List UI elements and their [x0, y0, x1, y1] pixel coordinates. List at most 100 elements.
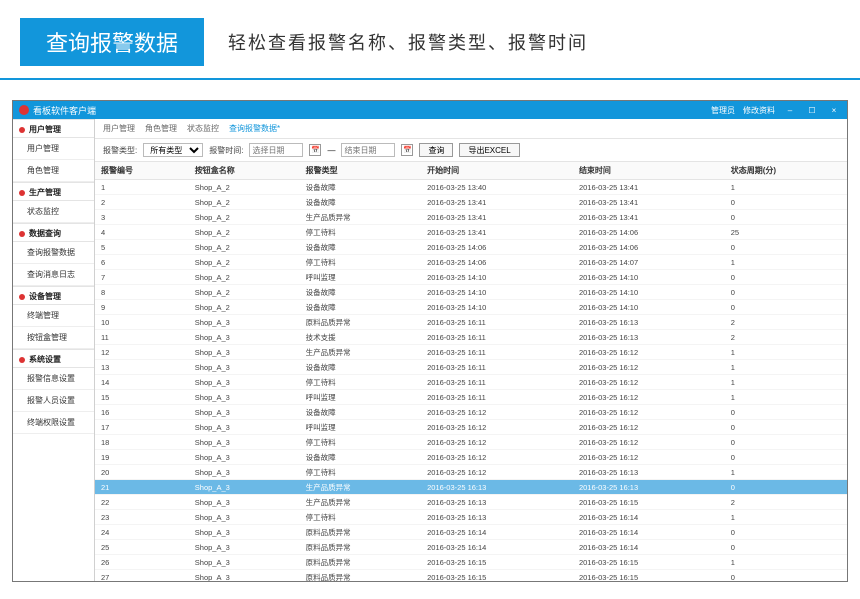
table-cell: 2016-03-25 16:15 — [573, 555, 725, 570]
filter-end-input[interactable] — [341, 143, 395, 157]
table-cell: 设备故障 — [300, 405, 422, 420]
column-header[interactable]: 报警编号 — [95, 162, 189, 180]
alarm-table[interactable]: 报警编号按钮盒名称报警类型开始时间结束时间状态周期(分) 1Shop_A_2设备… — [95, 162, 847, 581]
titlebar-link-admin[interactable]: 管理员 — [711, 105, 735, 116]
table-cell: 呼叫监理 — [300, 270, 422, 285]
table-cell: Shop_A_3 — [189, 345, 300, 360]
sidebar: 用户管理用户管理角色管理生产管理状态监控数据查询查询报警数据查询消息日志设备管理… — [13, 119, 95, 581]
side-group-header[interactable]: 生产管理 — [13, 182, 94, 201]
table-cell: 18 — [95, 435, 189, 450]
table-cell: 设备故障 — [300, 450, 422, 465]
sidebar-item[interactable]: 查询报警数据 — [13, 242, 94, 264]
table-row[interactable]: 24Shop_A_3原料品质异常2016-03-25 16:142016-03-… — [95, 525, 847, 540]
table-row[interactable]: 9Shop_A_2设备故障2016-03-25 14:102016-03-25 … — [95, 300, 847, 315]
table-row[interactable]: 8Shop_A_2设备故障2016-03-25 14:102016-03-25 … — [95, 285, 847, 300]
table-cell: 0 — [725, 570, 847, 582]
table-cell: 0 — [725, 210, 847, 225]
table-cell: 2016-03-25 14:06 — [573, 240, 725, 255]
table-cell: 26 — [95, 555, 189, 570]
sidebar-item[interactable]: 状态监控 — [13, 201, 94, 223]
table-row[interactable]: 21Shop_A_3生产品质异常2016-03-25 16:132016-03-… — [95, 480, 847, 495]
sidebar-item[interactable]: 报警人员设置 — [13, 390, 94, 412]
tab[interactable]: 查询报警数据* — [229, 123, 280, 134]
table-cell: Shop_A_3 — [189, 555, 300, 570]
filter-start-input[interactable] — [249, 143, 303, 157]
table-row[interactable]: 20Shop_A_3停工待料2016-03-25 16:122016-03-25… — [95, 465, 847, 480]
table-cell: 2 — [725, 330, 847, 345]
table-row[interactable]: 19Shop_A_3设备故障2016-03-25 16:122016-03-25… — [95, 450, 847, 465]
table-cell: 1 — [725, 345, 847, 360]
tab[interactable]: 角色管理 — [145, 123, 177, 134]
table-row[interactable]: 17Shop_A_3呼叫监理2016-03-25 16:122016-03-25… — [95, 420, 847, 435]
column-header[interactable]: 报警类型 — [300, 162, 422, 180]
table-row[interactable]: 10Shop_A_3原料品质异常2016-03-25 16:112016-03-… — [95, 315, 847, 330]
table-row[interactable]: 15Shop_A_3呼叫监理2016-03-25 16:112016-03-25… — [95, 390, 847, 405]
column-header[interactable]: 按钮盒名称 — [189, 162, 300, 180]
table-cell: 25 — [725, 225, 847, 240]
window-close-icon[interactable]: × — [827, 106, 841, 115]
table-cell: 7 — [95, 270, 189, 285]
app-window: 看板软件客户端 管理员 修改资料 – ☐ × 用户管理用户管理角色管理生产管理状… — [12, 100, 848, 582]
side-group-header[interactable]: 系统设置 — [13, 349, 94, 368]
titlebar-link-profile[interactable]: 修改资料 — [743, 105, 775, 116]
sidebar-item[interactable]: 查询消息日志 — [13, 264, 94, 286]
table-row[interactable]: 4Shop_A_2停工待料2016-03-25 13:412016-03-25 … — [95, 225, 847, 240]
tab[interactable]: 用户管理 — [103, 123, 135, 134]
sidebar-item[interactable]: 按钮盒管理 — [13, 327, 94, 349]
table-row[interactable]: 12Shop_A_3生产品质异常2016-03-25 16:112016-03-… — [95, 345, 847, 360]
table-cell: 1 — [95, 180, 189, 195]
table-row[interactable]: 22Shop_A_3生产品质异常2016-03-25 16:132016-03-… — [95, 495, 847, 510]
table-cell: Shop_A_2 — [189, 180, 300, 195]
calendar-icon[interactable]: 📅 — [309, 144, 321, 156]
table-row[interactable]: 18Shop_A_3停工待料2016-03-25 16:122016-03-25… — [95, 435, 847, 450]
table-row[interactable]: 14Shop_A_3停工待料2016-03-25 16:112016-03-25… — [95, 375, 847, 390]
table-cell: 2016-03-25 16:14 — [421, 540, 573, 555]
export-excel-button[interactable]: 导出EXCEL — [459, 143, 519, 157]
table-cell: 1 — [725, 375, 847, 390]
table-row[interactable]: 1Shop_A_2设备故障2016-03-25 13:402016-03-25 … — [95, 180, 847, 195]
table-cell: 2016-03-25 13:41 — [421, 195, 573, 210]
side-group-header[interactable]: 数据查询 — [13, 223, 94, 242]
table-row[interactable]: 27Shop_A_3原料品质异常2016-03-25 16:152016-03-… — [95, 570, 847, 582]
table-cell: 停工待料 — [300, 435, 422, 450]
table-cell: Shop_A_3 — [189, 375, 300, 390]
table-cell: 2016-03-25 16:11 — [421, 345, 573, 360]
table-row[interactable]: 11Shop_A_3技术支援2016-03-25 16:112016-03-25… — [95, 330, 847, 345]
query-button[interactable]: 查询 — [419, 143, 453, 157]
table-row[interactable]: 5Shop_A_2设备故障2016-03-25 14:062016-03-25 … — [95, 240, 847, 255]
table-cell: 2016-03-25 16:12 — [573, 375, 725, 390]
sidebar-item[interactable]: 终端权限设置 — [13, 412, 94, 434]
filter-type-select[interactable]: 所有类型 — [143, 143, 203, 157]
group-dot-icon — [19, 357, 25, 363]
table-cell: Shop_A_3 — [189, 510, 300, 525]
table-cell: Shop_A_2 — [189, 255, 300, 270]
sidebar-item[interactable]: 终端管理 — [13, 305, 94, 327]
table-cell: 停工待料 — [300, 225, 422, 240]
window-max-icon[interactable]: ☐ — [805, 106, 819, 115]
column-header[interactable]: 状态周期(分) — [725, 162, 847, 180]
table-row[interactable]: 23Shop_A_3停工待料2016-03-25 16:132016-03-25… — [95, 510, 847, 525]
table-row[interactable]: 16Shop_A_3设备故障2016-03-25 16:122016-03-25… — [95, 405, 847, 420]
sidebar-item[interactable]: 角色管理 — [13, 160, 94, 182]
table-row[interactable]: 7Shop_A_2呼叫监理2016-03-25 14:102016-03-25 … — [95, 270, 847, 285]
table-row[interactable]: 2Shop_A_2设备故障2016-03-25 13:412016-03-25 … — [95, 195, 847, 210]
sidebar-item[interactable]: 报警信息设置 — [13, 368, 94, 390]
sidebar-item[interactable]: 用户管理 — [13, 138, 94, 160]
column-header[interactable]: 开始时间 — [421, 162, 573, 180]
table-row[interactable]: 3Shop_A_2生产品质异常2016-03-25 13:412016-03-2… — [95, 210, 847, 225]
side-group-header[interactable]: 设备管理 — [13, 286, 94, 305]
calendar-icon[interactable]: 📅 — [401, 144, 413, 156]
table-cell: 停工待料 — [300, 375, 422, 390]
tab[interactable]: 状态监控 — [187, 123, 219, 134]
table-cell: 2016-03-25 16:14 — [421, 525, 573, 540]
table-row[interactable]: 13Shop_A_3设备故障2016-03-25 16:112016-03-25… — [95, 360, 847, 375]
table-cell: 原料品质异常 — [300, 315, 422, 330]
table-cell: 0 — [725, 540, 847, 555]
table-cell: 10 — [95, 315, 189, 330]
column-header[interactable]: 结束时间 — [573, 162, 725, 180]
table-row[interactable]: 6Shop_A_2停工待料2016-03-25 14:062016-03-25 … — [95, 255, 847, 270]
table-row[interactable]: 25Shop_A_3原料品质异常2016-03-25 16:142016-03-… — [95, 540, 847, 555]
side-group-header[interactable]: 用户管理 — [13, 119, 94, 138]
window-min-icon[interactable]: – — [783, 106, 797, 115]
table-row[interactable]: 26Shop_A_3原料品质异常2016-03-25 16:152016-03-… — [95, 555, 847, 570]
